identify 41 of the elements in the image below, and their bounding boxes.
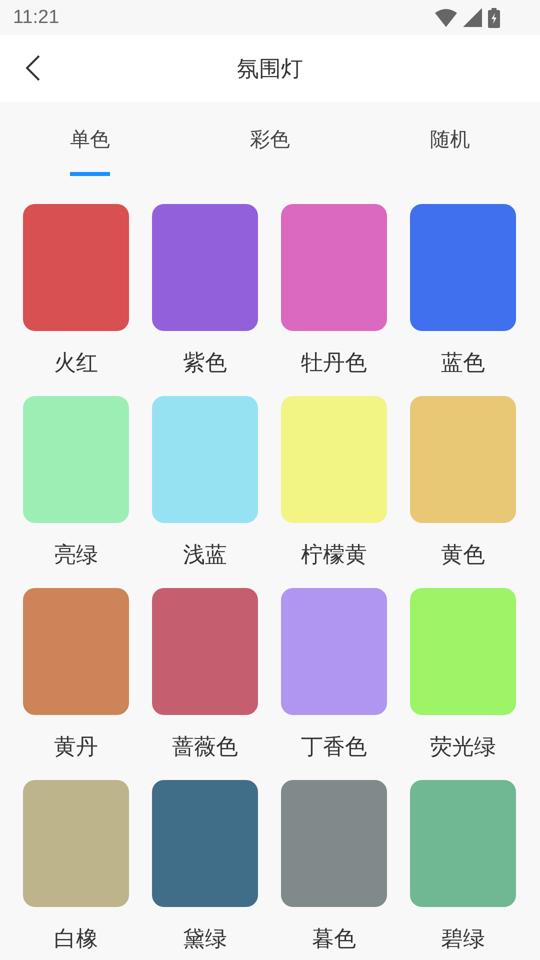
- page-title: 氛围灯: [237, 56, 303, 84]
- color-label: 黄丹: [54, 734, 98, 762]
- color-label: 白橡: [54, 926, 98, 954]
- color-swatch[interactable]: [410, 588, 516, 715]
- status-time: 11:21: [13, 6, 60, 28]
- color-label: 丁香色: [301, 734, 367, 762]
- back-icon[interactable]: [26, 55, 40, 81]
- color-swatch[interactable]: [281, 204, 387, 331]
- color-label: 亮绿: [54, 542, 98, 570]
- color-swatch[interactable]: [23, 780, 129, 907]
- color-label: 火红: [54, 350, 98, 378]
- color-label: 蔷薇色: [172, 734, 238, 762]
- color-swatch[interactable]: [152, 588, 258, 715]
- color-swatch[interactable]: [23, 396, 129, 523]
- color-swatch[interactable]: [410, 396, 516, 523]
- color-swatch[interactable]: [152, 396, 258, 523]
- color-label: 紫色: [183, 350, 227, 378]
- color-swatch[interactable]: [281, 588, 387, 715]
- color-label: 碧绿: [441, 926, 485, 954]
- color-label: 浅蓝: [183, 542, 227, 570]
- tab[interactable]: 彩色: [250, 102, 290, 176]
- color-swatch[interactable]: [281, 396, 387, 523]
- color-label: 蓝色: [441, 350, 485, 378]
- color-label: 柠檬黄: [301, 542, 367, 570]
- tab[interactable]: 随机: [430, 102, 470, 176]
- signal-icon: [463, 8, 482, 27]
- color-swatch[interactable]: [23, 588, 129, 715]
- color-swatch[interactable]: [152, 204, 258, 331]
- color-swatch[interactable]: [281, 780, 387, 907]
- color-label: 牡丹色: [301, 350, 367, 378]
- tab[interactable]: 单色: [70, 102, 110, 176]
- wifi-icon: [435, 8, 457, 26]
- color-label: 暮色: [312, 926, 356, 954]
- color-label: 黄色: [441, 542, 485, 570]
- color-label: 荧光绿: [430, 734, 496, 762]
- color-swatch[interactable]: [152, 780, 258, 907]
- color-label: 黛绿: [183, 926, 227, 954]
- color-swatch[interactable]: [410, 204, 516, 331]
- color-swatch[interactable]: [410, 780, 516, 907]
- color-swatch[interactable]: [23, 204, 129, 331]
- battery-icon: [488, 8, 500, 28]
